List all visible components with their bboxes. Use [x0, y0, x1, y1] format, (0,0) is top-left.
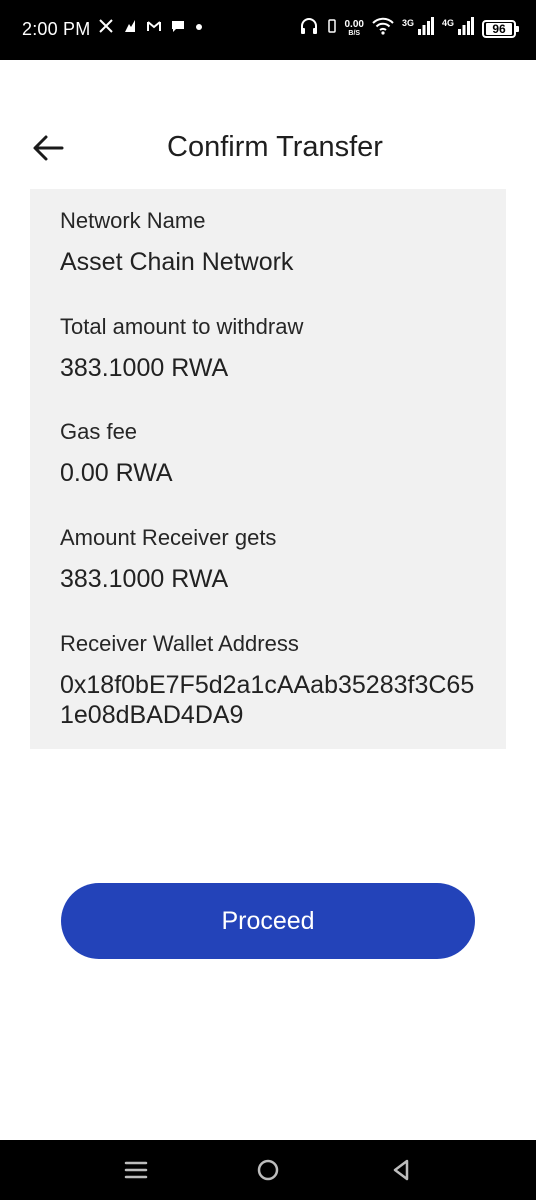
detail-receiver-wallet-address: Receiver Wallet Address 0x18f0bE7F5d2a1c… [60, 630, 480, 730]
detail-label: Total amount to withdraw [60, 314, 304, 339]
status-time: 2:00 PM [22, 19, 91, 39]
detail-value: 383.1000 RWA [60, 565, 229, 593]
detail-network-name: Network Name Asset Chain Network [60, 207, 490, 277]
transfer-details-card: Network Name Asset Chain Network Total a… [30, 189, 506, 749]
chat-icon [170, 18, 186, 39]
detail-value: 383.1000 RWA [60, 354, 229, 382]
home-icon [257, 1159, 279, 1181]
detail-value: 0.00 RWA [60, 459, 173, 487]
signal-1-icon [417, 17, 434, 40]
detail-value: 0x18f0bE7F5d2a1cAAab35283f3C651e08dBAD4D… [60, 671, 475, 729]
battery-icon: 96 [482, 19, 519, 38]
x-icon [98, 18, 114, 39]
app-icon [122, 18, 138, 39]
menu-icon [124, 1161, 148, 1179]
detail-amount-receiver-gets: Amount Receiver gets 383.1000 RWA [60, 524, 490, 594]
back-triangle-icon [393, 1159, 409, 1181]
network-speed: 0.00 B/S [344, 18, 364, 38]
status-bar: 2:00 PM 0.00 B/S 3G 4G 96 [0, 0, 536, 60]
detail-gas-fee: Gas fee 0.00 RWA [60, 418, 490, 488]
navigation-bar [0, 1140, 536, 1200]
vibrate-icon [327, 16, 337, 41]
status-right-icons: 0.00 B/S 3G 4G 96 [299, 16, 519, 41]
recent-apps-button[interactable] [120, 1154, 152, 1186]
dot-icon [194, 18, 204, 39]
detail-label: Receiver Wallet Address [60, 631, 299, 656]
gmail-icon [146, 18, 162, 39]
home-button[interactable] [252, 1154, 284, 1186]
detail-label: Network Name [60, 208, 206, 233]
network-speed-unit: B/S [348, 29, 361, 37]
signal-2-icon [458, 17, 474, 40]
detail-total-amount: Total amount to withdraw 383.1000 RWA [60, 313, 490, 383]
battery-level: 96 [486, 22, 512, 35]
detail-value: Asset Chain Network [60, 248, 294, 276]
notification-icons [98, 18, 204, 39]
proceed-button[interactable]: Proceed [61, 883, 475, 959]
signal-1-label: 3G [401, 17, 414, 28]
detail-label: Gas fee [60, 419, 138, 444]
network-speed-value: 0.00 [344, 18, 364, 30]
detail-label: Amount Receiver gets [60, 525, 277, 550]
wifi-icon [372, 17, 394, 40]
page-title: Confirm Transfer [167, 131, 383, 163]
signal-2-label: 4G [441, 17, 454, 28]
system-back-button[interactable] [385, 1154, 417, 1186]
headphones-icon [299, 16, 319, 41]
